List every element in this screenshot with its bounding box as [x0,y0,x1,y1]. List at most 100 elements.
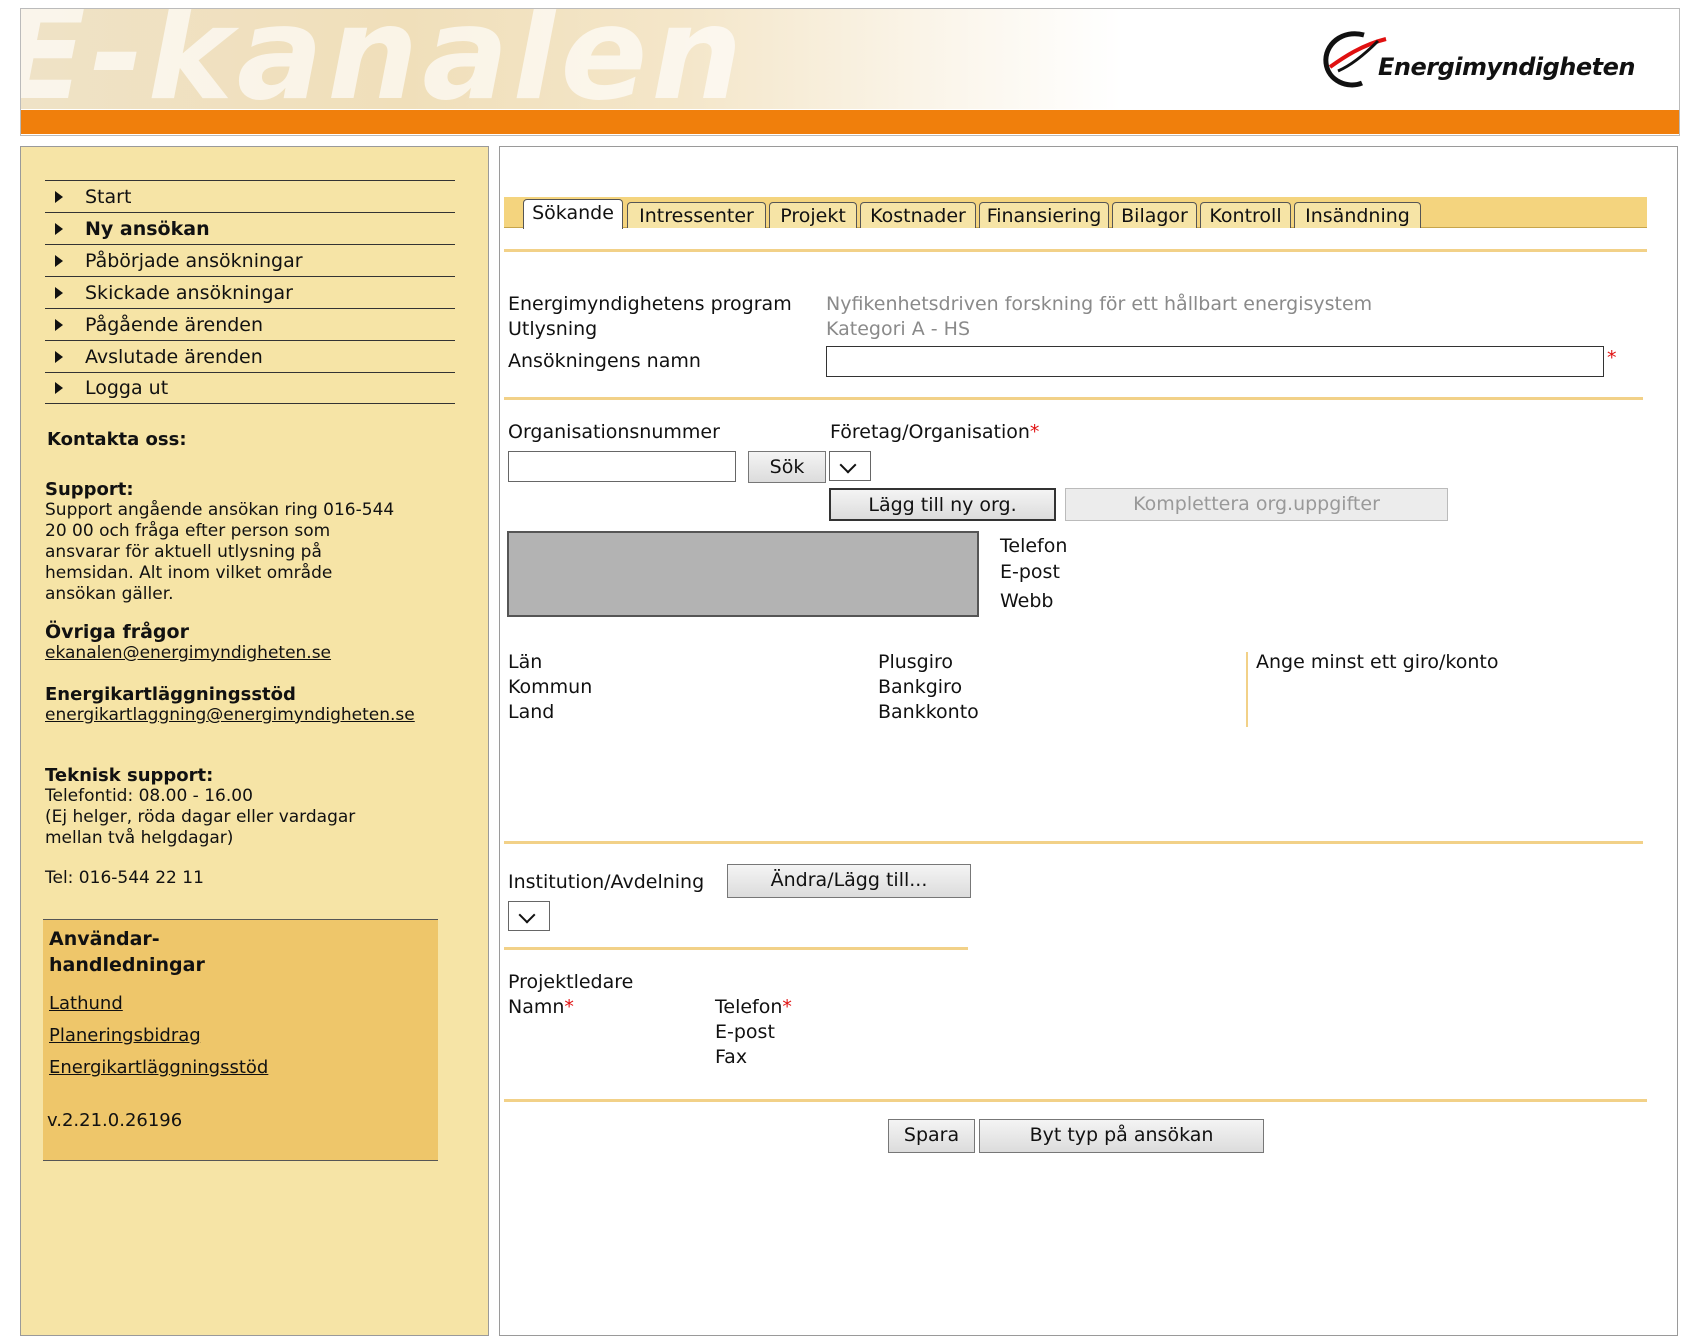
site-logo-text: E-kanalen [20,8,747,129]
org-number-input[interactable] [508,451,736,482]
user-manuals-title-line: Användar- [49,928,160,950]
county-label: Län [508,651,543,673]
sidebar-item-logga-ut[interactable]: Logga ut [45,372,455,404]
project-leader-fax-label: Fax [715,1046,748,1068]
energimyndigheten-logo[interactable]: Energimyndigheten [1318,25,1636,95]
tech-support-title: Teknisk support: [45,765,214,786]
project-leader-name-label: Namn* [508,996,574,1018]
header-orange-bar [21,110,1679,134]
required-marker: * [1029,421,1040,443]
sidebar: Start Ny ansökan Påbörjade ansökningar S… [20,146,489,1336]
tab-intressenter[interactable]: Intressenter [627,202,766,228]
energy-audit-email-link[interactable]: energikartlaggning@energimyndigheten.se [45,705,415,726]
triangle-right-icon [55,350,63,363]
sidebar-item-label: Ny ansökan [85,217,210,240]
triangle-right-icon [55,318,63,331]
sidebar-item-label: Avslutade ärenden [85,345,263,368]
tech-support-line: mellan två helgdagar) [45,828,234,848]
tab-finansiering[interactable]: Finansiering [979,202,1109,228]
complete-org-details-button[interactable]: Komplettera org.uppgifter [1065,488,1448,521]
section-divider [504,1099,1647,1102]
version-label: v.2.21.0.26196 [47,1110,183,1131]
triangle-right-icon [55,190,63,203]
required-marker: * [782,996,792,1018]
triangle-right-icon [55,254,63,267]
support-line: Support angående ansökan ring 016-544 [45,500,395,520]
header-banner: E-kanalen Energimyndigheten [20,8,1680,136]
country-label: Land [508,701,555,723]
sidebar-item-label: Pågående ärenden [85,313,264,336]
manual-link-lathund[interactable]: Lathund [49,993,123,1014]
section-divider [504,249,1647,252]
sidebar-item-skickade[interactable]: Skickade ansökningar [45,276,455,308]
chevron-down-icon [518,906,536,924]
support-line: 20 00 och fråga efter person som [45,521,331,541]
triangle-right-icon [55,286,63,299]
call-label: Utlysning [508,318,598,340]
bankgiro-label: Bankgiro [878,676,963,698]
change-application-type-button[interactable]: Byt typ på ansökan [979,1119,1264,1153]
change-add-institution-button[interactable]: Ändra/Lägg till... [727,864,971,898]
search-org-button[interactable]: Sök [748,451,826,483]
call-value: Kategori A - HS [826,318,971,340]
sidebar-nav: Start Ny ansökan Påbörjade ansökningar S… [45,180,455,404]
save-button[interactable]: Spara [888,1119,975,1153]
company-select[interactable] [829,451,871,481]
tab-projekt[interactable]: Projekt [769,202,857,228]
contact-title: Kontakta oss: [47,429,187,450]
tab-bar: Sökande Intressenter Projekt Kostnader F… [504,197,1647,229]
plusgiro-label: Plusgiro [878,651,954,673]
support-line: hemsidan. Alt inom vilket område [45,563,333,583]
tech-support-line: Telefontid: 08.00 - 16.00 [45,786,253,806]
sidebar-item-pagaende[interactable]: Pågående ärenden [45,308,455,340]
support-title: Support: [45,479,134,500]
tab-insandning[interactable]: Insändning [1294,202,1421,228]
sidebar-item-ny-ansokan[interactable]: Ny ansökan [45,212,455,244]
manual-link-planeringsbidrag[interactable]: Planeringsbidrag [49,1025,201,1046]
company-label-text: Företag/Organisation [830,421,1030,443]
manual-link-energikartlaggningsstod[interactable]: Energikartläggningsstöd [49,1057,268,1078]
required-marker: * [1607,347,1617,369]
add-new-org-button[interactable]: Lägg till ny org. [829,488,1056,521]
sidebar-item-label: Påbörjade ansökningar [85,249,303,272]
section-divider [504,397,1643,400]
sidebar-item-start[interactable]: Start [45,180,455,212]
tech-support-phone: Tel: 016-544 22 11 [45,868,204,888]
triangle-right-icon [55,222,63,235]
project-leader-label: Projektledare [508,971,634,993]
giro-hint: Ange minst ett giro/konto [1256,651,1499,673]
application-name-input[interactable] [826,346,1604,377]
support-line: ansvarar för aktuell utlysning på [45,542,322,562]
sidebar-item-paborjade[interactable]: Påbörjade ansökningar [45,244,455,276]
phone-label-text: Telefon [715,996,783,1018]
tech-support-block: Teknisk support: Telefontid: 08.00 - 16.… [45,765,355,849]
name-label-text: Namn [508,996,565,1018]
municipality-label: Kommun [508,676,593,698]
project-leader-phone-label: Telefon* [715,996,792,1018]
section-divider [504,947,968,950]
org-number-label: Organisationsnummer [508,421,720,443]
program-label: Energimyndighetens program [508,293,792,315]
application-name-label: Ansökningens namn [508,350,701,372]
sidebar-item-avslutade[interactable]: Avslutade ärenden [45,340,455,372]
institution-select[interactable] [508,901,550,931]
triangle-right-icon [55,382,63,394]
user-manuals-title-line: handledningar [49,954,205,976]
section-divider [504,841,1643,844]
brand-name: Energimyndigheten [1377,53,1636,81]
sidebar-item-label: Skickade ansökningar [85,281,293,304]
sidebar-item-label: Start [85,185,132,208]
other-questions-email-link[interactable]: ekanalen@energimyndigheten.se [45,643,331,664]
tab-kontroll[interactable]: Kontroll [1200,202,1291,228]
sidebar-item-label: Logga ut [85,377,169,399]
tab-bilagor[interactable]: Bilagor [1112,202,1197,228]
other-questions-title: Övriga frågor [45,621,189,643]
energy-audit-title: Energikartläggningsstöd [45,684,296,705]
support-block: Support: Support angående ansökan ring 0… [45,479,394,605]
org-address-box [507,531,979,617]
chevron-down-icon [839,456,857,474]
user-manuals-box: Användar- handledningar Lathund Planerin… [43,919,438,1161]
project-leader-email-label: E-post [715,1021,775,1043]
tab-kostnader[interactable]: Kostnader [860,202,976,228]
tab-sokande[interactable]: Sökande [523,199,623,229]
